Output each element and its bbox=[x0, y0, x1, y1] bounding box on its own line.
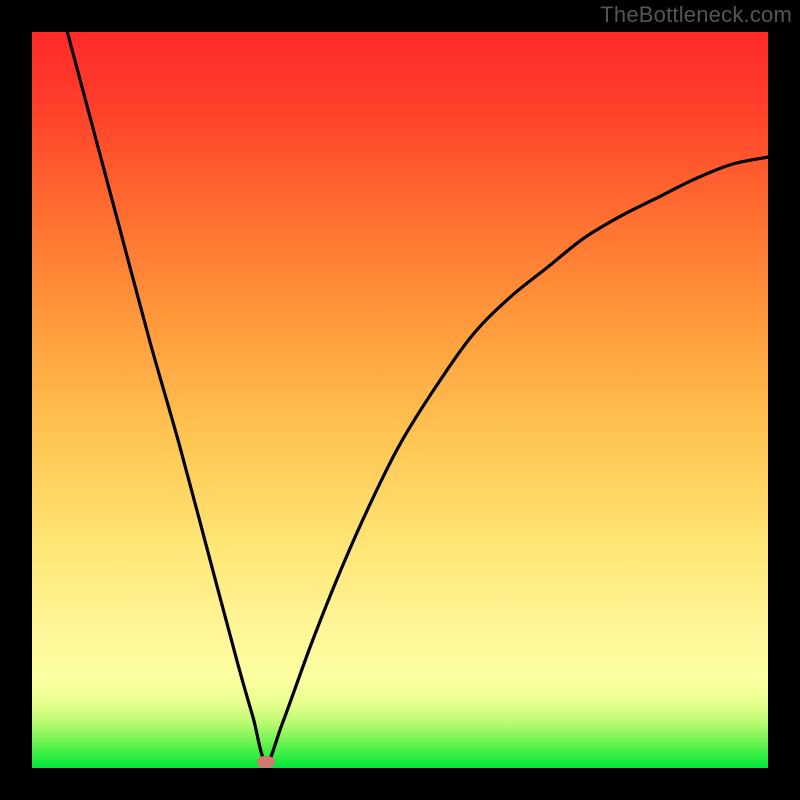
bottleneck-curve bbox=[32, 32, 768, 768]
plot-area bbox=[32, 32, 768, 768]
chart-frame: TheBottleneck.com bbox=[0, 0, 800, 800]
optimum-marker bbox=[257, 756, 275, 768]
watermark-text: TheBottleneck.com bbox=[600, 2, 792, 28]
